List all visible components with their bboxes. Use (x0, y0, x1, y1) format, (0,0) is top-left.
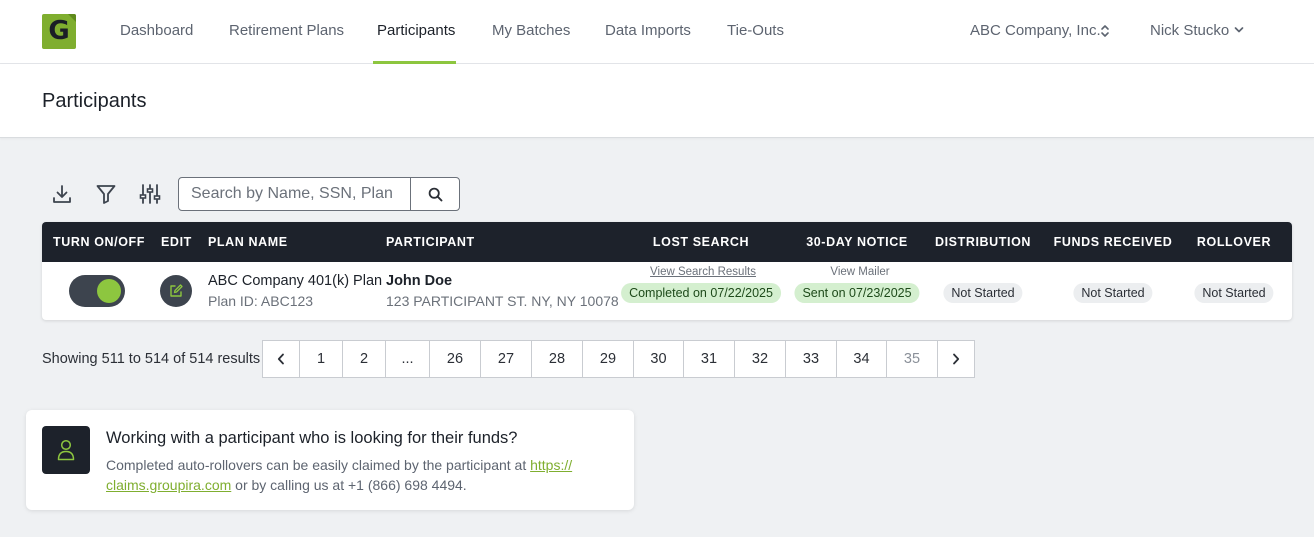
nav-my-batches[interactable]: My Batches (492, 22, 570, 39)
chevron-down-icon (1234, 27, 1244, 33)
chevron-left-icon (277, 353, 284, 365)
column-header-rollover[interactable]: ROLLOVER (1197, 235, 1271, 249)
participant-address: 123 PARTICIPANT ST. NY, NY 10078 (386, 293, 619, 309)
page-button-29[interactable]: 29 (582, 340, 634, 378)
previous-page-button[interactable] (262, 340, 300, 378)
download-icon[interactable] (51, 183, 73, 205)
column-header-distribution[interactable]: DISTRIBUTION (935, 235, 1031, 249)
search-input[interactable] (178, 177, 411, 211)
claims-link-part1: https:// (530, 457, 573, 473)
filter-icon[interactable] (95, 183, 117, 205)
column-header-funds-received[interactable]: FUNDS RECEIVED (1054, 235, 1173, 249)
nav-dashboard[interactable]: Dashboard (120, 22, 193, 39)
rollover-status-badge: Not Started (1194, 283, 1274, 303)
page-header: Participants (0, 64, 1314, 138)
top-nav: G Dashboard Retirement Plans Participant… (0, 0, 1314, 64)
nav-retirement-plans[interactable]: Retirement Plans (229, 22, 344, 39)
page-button-2[interactable]: 2 (342, 340, 386, 378)
user-menu[interactable]: Nick Stucko (1150, 22, 1244, 39)
lost-search-status-badge: Completed on 07/22/2025 (621, 283, 781, 303)
nav-data-imports[interactable]: Data Imports (605, 22, 691, 39)
participant-toggle[interactable] (69, 275, 125, 307)
chevron-right-icon (953, 353, 960, 365)
user-name: Nick Stucko (1150, 22, 1230, 39)
page-button-34[interactable]: 34 (836, 340, 887, 378)
company-logo[interactable]: G (42, 14, 76, 49)
column-header-plan-name[interactable]: PLAN NAME (208, 235, 288, 249)
table-header: TURN ON/OFF EDIT PLAN NAME PARTICIPANT L… (42, 222, 1292, 262)
column-header-edit[interactable]: EDIT (161, 235, 192, 249)
company-name: ABC Company, Inc. (970, 22, 1101, 39)
column-header-lost-search[interactable]: LOST SEARCH (653, 235, 749, 249)
results-summary: Showing 511 to 514 of 514 results (42, 351, 261, 367)
search-button[interactable] (410, 177, 460, 211)
plan-name: ABC Company 401(k) Plan (208, 273, 383, 289)
help-card: Working with a participant who is lookin… (26, 410, 634, 510)
page-ellipsis: ... (385, 340, 430, 378)
nav-participants[interactable]: Participants (377, 22, 455, 39)
toggle-knob (97, 279, 121, 303)
page-button-30[interactable]: 30 (633, 340, 684, 378)
participants-table: TURN ON/OFF EDIT PLAN NAME PARTICIPANT L… (42, 222, 1292, 320)
page-button-31[interactable]: 31 (683, 340, 735, 378)
column-header-toggle[interactable]: TURN ON/OFF (53, 235, 145, 249)
page-button-27[interactable]: 27 (480, 340, 532, 378)
page-button-26[interactable]: 26 (429, 340, 481, 378)
nav-tie-outs[interactable]: Tie-Outs (727, 22, 784, 39)
participant-name: John Doe (386, 273, 453, 289)
page-title: Participants (42, 90, 147, 112)
help-body-phone: or by calling us at +1 (866) 698 4494. (231, 477, 467, 493)
chevron-up-down-icon (1101, 25, 1109, 37)
company-switcher[interactable]: ABC Company, Inc. (970, 22, 1109, 39)
page-button-32[interactable]: 32 (734, 340, 786, 378)
plan-id: Plan ID: ABC123 (208, 293, 314, 309)
page-button-35-current[interactable]: 35 (886, 340, 938, 378)
search-icon (428, 187, 443, 202)
funds-received-status-badge: Not Started (1073, 283, 1153, 303)
page-button-1[interactable]: 1 (299, 340, 343, 378)
view-mailer-link[interactable]: View Mailer (830, 266, 889, 278)
help-body: Completed auto-rollovers can be easily c… (106, 455, 606, 495)
column-header-participant[interactable]: PARTICIPANT (386, 235, 475, 249)
view-search-results-link[interactable]: View Search Results (650, 266, 756, 278)
edit-button[interactable] (160, 275, 192, 307)
notice-status-badge: Sent on 07/23/2025 (794, 283, 920, 303)
page-button-33[interactable]: 33 (785, 340, 837, 378)
help-body-text: Completed auto-rollovers can be easily c… (106, 457, 531, 473)
page-button-28[interactable]: 28 (531, 340, 583, 378)
sliders-icon[interactable] (139, 183, 161, 205)
logo-letter: G (48, 16, 70, 46)
next-page-button[interactable] (937, 340, 975, 378)
person-icon (57, 439, 75, 461)
help-title: Working with a participant who is lookin… (106, 429, 518, 447)
claims-link-part2: claims.groupira.com (106, 477, 232, 493)
help-icon-tile (42, 426, 90, 474)
column-header-30-day-notice[interactable]: 30-DAY NOTICE (806, 235, 908, 249)
distribution-status-badge: Not Started (943, 283, 1023, 303)
edit-icon (170, 284, 183, 297)
